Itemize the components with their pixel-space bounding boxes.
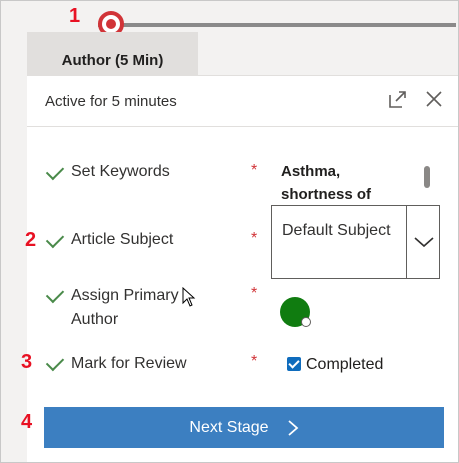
required-asterisk: *	[251, 353, 258, 370]
stage-tab-author[interactable]: Author (5 Min)	[27, 32, 198, 75]
callout-3: 3	[21, 351, 33, 373]
completed-checkbox[interactable]	[287, 357, 301, 371]
panel-title: Active for 5 minutes	[45, 93, 177, 110]
close-icon[interactable]	[422, 87, 446, 111]
required-asterisk: *	[251, 230, 258, 247]
panel-header: Active for 5 minutes	[27, 76, 458, 127]
article-subject-value: Default Subject	[282, 222, 391, 239]
presence-status-icon	[301, 317, 311, 327]
callout-1: 1	[69, 5, 81, 27]
chevron-right-icon	[287, 419, 298, 436]
mouse-pointer-icon	[182, 287, 196, 307]
step-label-article-subject: Article Subject	[71, 231, 174, 248]
step-complete-check-icon	[45, 352, 65, 372]
completed-checkbox-label: Completed	[306, 356, 384, 373]
chevron-down-icon[interactable]	[412, 234, 436, 250]
step-label-set-keywords: Set Keywords	[71, 163, 170, 180]
expand-icon[interactable]	[386, 87, 410, 111]
callout-4: 4	[21, 411, 33, 433]
callout-2: 2	[25, 229, 37, 251]
next-stage-label: Next Stage	[189, 418, 269, 436]
required-asterisk: *	[251, 162, 258, 179]
step-label-mark-for-review: Mark for Review	[71, 355, 187, 372]
step-complete-check-icon	[45, 229, 65, 249]
select-divider	[406, 206, 407, 278]
step-complete-check-icon	[45, 284, 65, 304]
stage-progress-line	[98, 23, 456, 27]
stage-tab-label: Author (5 Min)	[61, 52, 164, 69]
keywords-scrollbar[interactable]	[424, 166, 430, 188]
keywords-field[interactable]: Asthma, shortness of	[281, 160, 416, 200]
required-asterisk: *	[251, 285, 258, 302]
next-stage-button[interactable]: Next Stage	[44, 407, 444, 448]
article-subject-select[interactable]: Default Subject	[271, 205, 440, 279]
process-flow-frame: Author (5 Min) 1 Active for 5 minutes Se…	[0, 0, 459, 463]
stage-flyout-panel: Active for 5 minutes Set Keywords * Asth…	[27, 75, 458, 462]
step-complete-check-icon	[45, 161, 65, 181]
